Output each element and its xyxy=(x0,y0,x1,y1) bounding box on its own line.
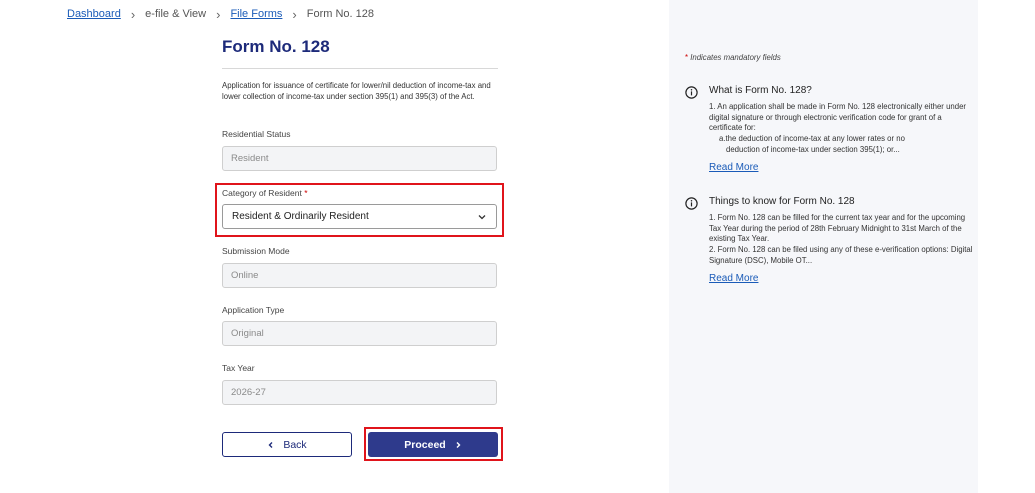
back-button[interactable]: Back xyxy=(222,432,352,457)
page-title: Form No. 128 xyxy=(222,37,330,56)
residential-status-label: Residential Status xyxy=(222,129,291,139)
what-is-form-title: What is Form No. 128? xyxy=(709,85,812,96)
submission-mode-field: Online xyxy=(222,263,497,288)
what-is-line-3: deduction of income-tax under section 39… xyxy=(726,144,900,154)
breadcrumb-separator: › xyxy=(292,6,297,22)
category-highlight-box xyxy=(215,183,504,237)
form-description: Application for issuance of certificate … xyxy=(222,81,491,101)
info-side-panel: * Indicates mandatory fields What is For… xyxy=(669,0,978,493)
application-type-label: Application Type xyxy=(222,305,285,315)
back-button-label: Back xyxy=(283,438,307,451)
tax-year-field: 2026-27 xyxy=(222,380,497,405)
breadcrumb-separator: › xyxy=(130,6,136,22)
mandatory-note-text: Indicates mandatory fields xyxy=(690,53,781,62)
breadcrumb-separator: › xyxy=(216,6,221,22)
what-is-read-more-link[interactable]: Read More xyxy=(709,162,758,173)
what-is-form-body: 1. An application shall be made in Form … xyxy=(709,102,977,156)
submission-mode-label: Submission Mode xyxy=(222,246,290,256)
application-type-value: Original xyxy=(231,328,264,339)
info-circle-icon xyxy=(685,197,698,210)
proceed-highlight-box xyxy=(364,427,503,461)
breadcrumb-current: Form No. 128 xyxy=(306,8,374,20)
things-to-know-title: Things to know for Form No. 128 xyxy=(709,196,855,207)
things-read-more-link[interactable]: Read More xyxy=(709,273,758,284)
breadcrumb-file-forms-link[interactable]: File Forms xyxy=(230,8,282,20)
things-line-2: 2. Form No. 128 can be filed using any o… xyxy=(709,245,973,265)
tax-year-value: 2026-27 xyxy=(231,387,266,398)
submission-mode-value: Online xyxy=(231,270,259,281)
mandatory-fields-note: * Indicates mandatory fields xyxy=(685,53,781,62)
info-circle-icon xyxy=(685,86,698,99)
title-divider xyxy=(222,68,498,69)
breadcrumb-efile-view: e-file & View xyxy=(145,8,207,20)
residential-status-value: Resident xyxy=(231,153,269,164)
residential-status-field: Resident xyxy=(222,146,497,171)
chevron-left-icon xyxy=(268,441,273,448)
mandatory-star: * xyxy=(685,53,689,62)
what-is-line-1: 1. An application shall be made in Form … xyxy=(709,102,967,133)
breadcrumb-dashboard-link[interactable]: Dashboard xyxy=(67,8,121,20)
what-is-line-2: a.the deduction of income-tax at any low… xyxy=(719,134,905,144)
things-to-know-body: 1. Form No. 128 can be filled for the cu… xyxy=(709,213,977,267)
breadcrumb: Dashboard › e-file & View › File Forms ›… xyxy=(67,6,374,22)
tax-year-label: Tax Year xyxy=(222,363,255,373)
application-type-field: Original xyxy=(222,321,497,346)
things-line-1: 1. Form No. 128 can be filled for the cu… xyxy=(709,213,966,244)
